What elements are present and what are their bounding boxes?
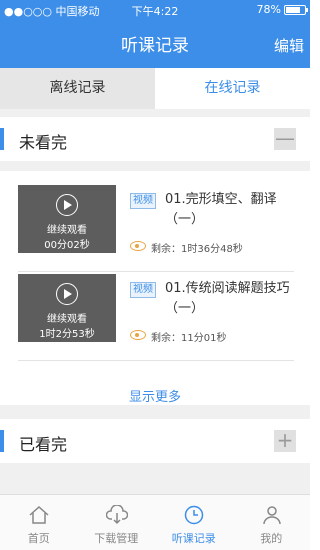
lesson-title: 01.完形填空、翻译（一） — [165, 192, 277, 227]
edit-button[interactable]: 编辑 — [274, 35, 304, 56]
row-divider — [18, 271, 294, 272]
show-more-link[interactable]: 显示更多 — [0, 386, 310, 405]
video-tag: 视频 — [130, 282, 156, 298]
video-thumbnail[interactable]: 继续观看 00分02秒 — [18, 185, 116, 253]
divider — [0, 161, 310, 171]
watched-time: 00分02秒 — [44, 240, 90, 251]
page-title: 听课记录 — [121, 36, 189, 56]
divider — [0, 405, 310, 419]
nav-label: 听课记录 — [171, 532, 216, 545]
nav-listening-records[interactable]: 听课记录 — [155, 495, 233, 550]
list-item[interactable]: 继续观看 1时2分53秒 视频 01.传统阅读解题技巧（一） 剩余：11分01秒 — [18, 274, 294, 361]
tab-offline-records[interactable]: 离线记录 — [0, 68, 155, 109]
video-thumbnail[interactable]: 继续观看 1时2分53秒 — [18, 274, 116, 342]
nav-mine[interactable]: 我的 — [233, 495, 311, 550]
nav-download-manager[interactable]: 下载管理 — [78, 495, 156, 550]
remaining-time: 剩余：1时36分48秒 — [151, 244, 243, 255]
row-divider — [18, 360, 294, 361]
remaining-time: 剩余：11分01秒 — [151, 333, 227, 344]
home-icon — [29, 505, 49, 524]
nav-home[interactable]: 首页 — [0, 495, 78, 550]
content-background — [0, 463, 310, 494]
continue-watching-label: 继续观看 — [47, 314, 87, 325]
tab-online-records[interactable]: 在线记录 — [155, 68, 310, 109]
section-title-unfinished: 未看完 — [19, 133, 68, 152]
continue-watching-label: 继续观看 — [47, 225, 87, 236]
bottom-tab-bar: 首页 下载管理 听课记录 我的 — [0, 494, 310, 550]
watched-time: 1时2分53秒 — [39, 329, 95, 340]
clock-icon — [184, 505, 204, 525]
status-right: 78% — [256, 3, 308, 16]
list-item[interactable]: 继续观看 00分02秒 视频 01.完形填空、翻译（一） 剩余：1时36分48秒 — [18, 185, 294, 272]
download-cloud-icon — [105, 505, 128, 525]
person-icon — [262, 506, 281, 525]
unfinished-section-header[interactable]: 未看完 — — [0, 117, 310, 161]
lesson-title: 01.传统阅读解题技巧（一） — [165, 281, 290, 316]
eye-icon — [130, 330, 146, 340]
eye-icon — [130, 241, 146, 251]
battery-icon — [284, 4, 308, 15]
video-tag: 视频 — [130, 193, 156, 209]
record-tabs: 离线记录 在线记录 — [0, 68, 310, 109]
expand-icon[interactable]: + — [274, 430, 296, 452]
section-accent-bar — [0, 128, 4, 150]
divider — [0, 109, 310, 117]
play-icon — [56, 194, 78, 216]
collapse-icon[interactable]: — — [274, 128, 296, 150]
nav-label: 下载管理 — [94, 532, 139, 545]
section-title-finished: 已看完 — [19, 435, 68, 454]
nav-label: 我的 — [260, 532, 283, 545]
play-icon — [56, 283, 78, 305]
section-accent-bar — [0, 430, 4, 452]
status-bar: ●●○○○ 中国移动 下午4:22 78% — [0, 0, 310, 20]
battery-percent: 78% — [256, 3, 281, 16]
finished-section-header[interactable]: 已看完 + — [0, 419, 310, 463]
app-header: ●●○○○ 中国移动 下午4:22 78% 听课记录 编辑 — [0, 0, 310, 68]
nav-label: 首页 — [27, 532, 50, 545]
